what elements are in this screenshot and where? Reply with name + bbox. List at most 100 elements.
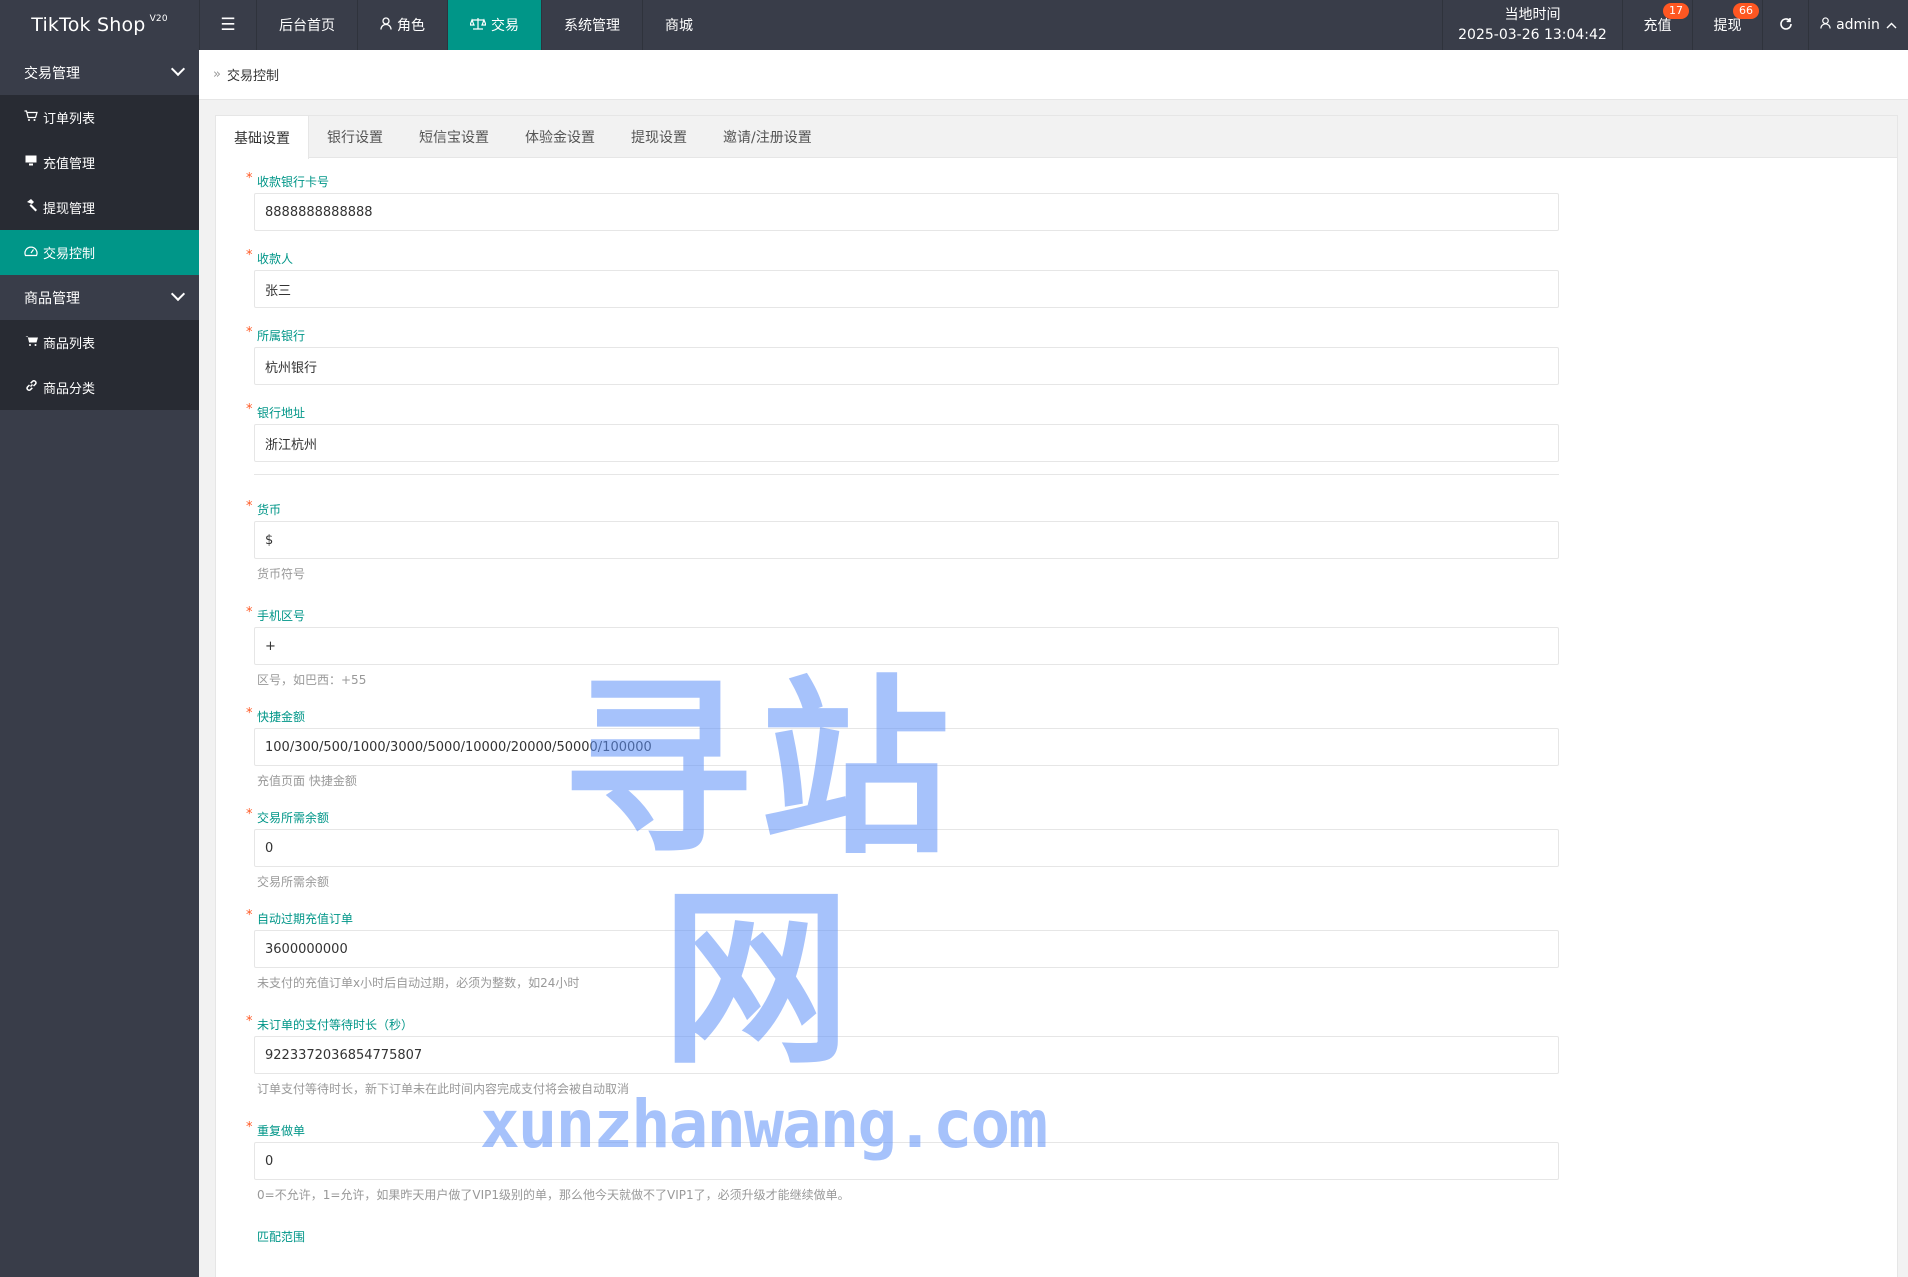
field-label-text: 收款人 xyxy=(257,252,294,266)
sidebar-item-trade-control[interactable]: 交易控制 xyxy=(0,230,199,275)
field-payee: * 收款人 张三 xyxy=(246,248,1559,308)
trade-balance-input[interactable]: 0 xyxy=(254,829,1559,867)
withdraw-badge: 66 xyxy=(1733,3,1759,19)
input-value: $ xyxy=(265,532,274,548)
field-trade-balance: * 交易所需余额 0 交易所需余额 xyxy=(246,807,1559,890)
required-mark: * xyxy=(246,908,253,923)
settings-panel: 基础设置 银行设置 短信宝设置 体验金设置 提现设置 邀请/注册设置 * 收款银行… xyxy=(215,115,1898,1277)
field-hint: 充值页面 快捷金额 xyxy=(257,774,357,788)
field-quick-amount: * 快捷金额 100/300/500/1000/3000/5000/10000/2… xyxy=(246,706,1559,789)
input-value: 0 xyxy=(265,1153,274,1169)
topnav-item-trade[interactable]: 交易 xyxy=(447,0,541,50)
refresh-button[interactable] xyxy=(1762,0,1808,50)
required-mark: * xyxy=(246,605,253,620)
field-label-text: 重复做单 xyxy=(257,1124,306,1138)
bank-name-input[interactable]: 杭州银行 xyxy=(254,347,1559,385)
field-label: * 未订单的支付等待时长（秒） xyxy=(246,1014,1559,1033)
field-phone-code: * 手机区号 + 区号，如巴西：+55 xyxy=(246,605,1559,688)
sidebar-item-orders[interactable]: 订单列表 xyxy=(0,95,199,140)
required-mark: * xyxy=(246,1014,253,1029)
field-label: * 手机区号 xyxy=(246,605,1559,624)
field-bank-card: * 收款银行卡号 8888888888888 xyxy=(246,171,1559,231)
topnav-label: 后台首页 xyxy=(279,18,335,34)
topnav-item-mall[interactable]: 商城 xyxy=(642,0,715,50)
sidebar-group-trade[interactable]: 交易管理 xyxy=(0,50,199,95)
withdraw-button[interactable]: 提现 66 xyxy=(1692,0,1762,50)
tab-label: 银行设置 xyxy=(327,130,383,146)
field-hint: 交易所需余额 xyxy=(257,875,330,889)
sidebar: 交易管理 订单列表 充值管理 提现管理 交易控制 商品管理 商品列表 商品分类 xyxy=(0,50,199,1277)
field-label-text: 所属银行 xyxy=(257,329,306,343)
breadcrumb: » 交易控制 xyxy=(199,50,1908,100)
topnav-item-system[interactable]: 系统管理 xyxy=(541,0,642,50)
clock-label: 当地时间 xyxy=(1504,7,1561,23)
field-label: * 交易所需余额 xyxy=(246,807,1559,826)
quick-amount-input[interactable]: 100/300/500/1000/3000/5000/10000/20000/5… xyxy=(254,728,1559,766)
recharge-button[interactable]: 充值 17 xyxy=(1622,0,1692,50)
bank-address-input[interactable]: 浙江杭州 xyxy=(254,424,1559,462)
field-hint: 货币符号 xyxy=(257,567,306,581)
sidebar-group-label: 交易管理 xyxy=(24,65,80,82)
payee-input[interactable]: 张三 xyxy=(254,270,1559,308)
tab-sms[interactable]: 短信宝设置 xyxy=(401,116,507,158)
chevron-down-icon xyxy=(170,286,186,302)
user-name: admin xyxy=(1836,17,1880,33)
double-chevron-right-icon: » xyxy=(213,67,221,82)
topnav-label: 系统管理 xyxy=(564,18,620,34)
tab-invite-register[interactable]: 邀请/注册设置 xyxy=(705,116,830,158)
sidebar-group-goods[interactable]: 商品管理 xyxy=(0,275,199,320)
field-label-text: 交易所需余额 xyxy=(257,811,330,825)
required-mark: * xyxy=(246,499,253,514)
input-value: 100/300/500/1000/3000/5000/10000/20000/5… xyxy=(265,739,652,755)
pay-wait-input[interactable]: 9223372036854775807 xyxy=(254,1036,1559,1074)
field-hint: 订单支付等待时长，新下订单未在此时间内容完成支付将会被自动取消 xyxy=(257,1082,630,1096)
tab-label: 短信宝设置 xyxy=(419,130,489,146)
menu-toggle-button[interactable]: ☰ xyxy=(199,0,256,50)
sidebar-item-recharge[interactable]: 充值管理 xyxy=(0,140,199,185)
field-label-text: 手机区号 xyxy=(257,609,306,623)
sidebar-item-label: 充值管理 xyxy=(43,157,96,172)
required-mark: * xyxy=(246,402,253,417)
user-icon xyxy=(380,16,392,34)
field-label-text: 自动过期充值订单 xyxy=(257,912,354,926)
repeat-order-input[interactable]: 0 xyxy=(254,1142,1559,1180)
input-value: 3600000000 xyxy=(265,941,348,957)
field-label-text: 收款银行卡号 xyxy=(257,175,330,189)
clock-time: 2025-03-26 13:04:42 xyxy=(1458,27,1607,43)
user-menu[interactable]: admin xyxy=(1808,0,1908,50)
input-value: 0 xyxy=(265,840,274,856)
sidebar-item-withdraw[interactable]: 提现管理 xyxy=(0,185,199,230)
bank-card-input[interactable]: 8888888888888 xyxy=(254,193,1559,231)
auto-expire-input[interactable]: 3600000000 xyxy=(254,930,1559,968)
currency-input[interactable]: $ xyxy=(254,521,1559,559)
sidebar-item-label: 商品列表 xyxy=(43,337,96,352)
topnav-label: 商城 xyxy=(665,18,693,34)
tab-trial-fund[interactable]: 体验金设置 xyxy=(507,116,613,158)
input-value: + xyxy=(265,638,276,654)
gauge-icon xyxy=(24,245,38,261)
app-logo[interactable]: TikTok Shop V20 xyxy=(0,0,199,50)
field-label-text: 银行地址 xyxy=(257,406,306,420)
field-currency: * 货币 $ 货币符号 xyxy=(246,499,1559,582)
phone-code-input[interactable]: + xyxy=(254,627,1559,665)
required-mark: * xyxy=(246,171,253,186)
breadcrumb-current[interactable]: 交易控制 xyxy=(227,65,279,84)
input-value: 8888888888888 xyxy=(265,204,373,220)
input-value: 9223372036854775807 xyxy=(265,1047,423,1063)
sidebar-item-goods-list[interactable]: 商品列表 xyxy=(0,320,199,365)
topnav-item-role[interactable]: 角色 xyxy=(357,0,447,50)
scale-icon xyxy=(469,17,487,34)
field-label: * 所属银行 xyxy=(246,325,1559,344)
tab-withdraw[interactable]: 提现设置 xyxy=(613,116,705,158)
required-mark: * xyxy=(246,325,253,340)
tab-bank[interactable]: 银行设置 xyxy=(309,116,401,158)
sidebar-item-goods-category[interactable]: 商品分类 xyxy=(0,365,199,410)
tab-basic[interactable]: 基础设置 xyxy=(216,116,309,159)
field-pay-wait: * 未订单的支付等待时长（秒） 9223372036854775807 订单支付等… xyxy=(246,1014,1559,1097)
menu-icon: ☰ xyxy=(220,15,236,35)
chevron-up-icon xyxy=(1886,17,1897,33)
field-auto-expire: * 自动过期充值订单 3600000000 未支付的充值订单x小时后自动过期，必须… xyxy=(246,908,1559,991)
topnav-item-dashboard[interactable]: 后台首页 xyxy=(256,0,357,50)
field-label-text: 匹配范围 xyxy=(257,1230,306,1244)
link-icon xyxy=(24,379,38,396)
